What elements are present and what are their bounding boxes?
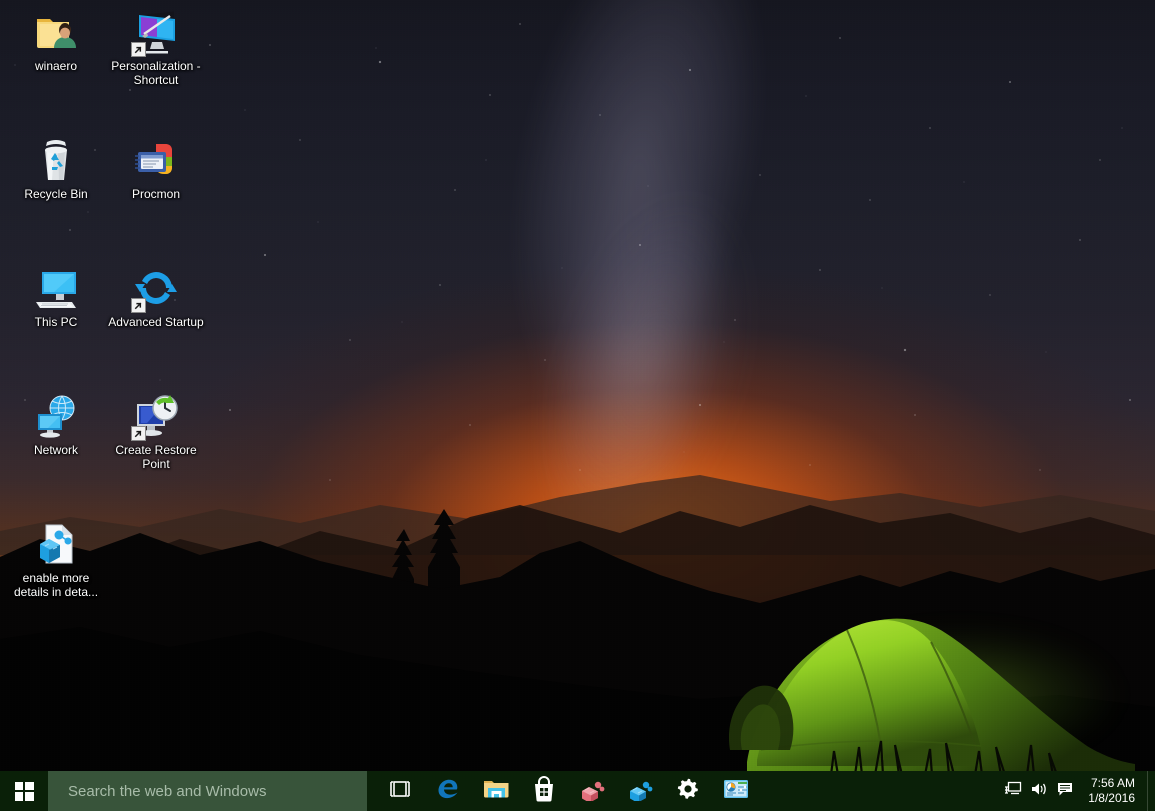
desktop-icon-label: Procmon [131, 187, 181, 201]
desktop-icon-advanced-startup[interactable]: Advanced Startup [106, 264, 206, 329]
taskbar-button-task-view[interactable] [376, 771, 424, 811]
store-bag-icon [532, 775, 556, 807]
monitor-brush-icon [131, 8, 180, 57]
desktop-icon-label: Create Restore Point [115, 443, 197, 471]
blue-cube-icon [627, 777, 653, 806]
desktop-icon-label: Recycle Bin [24, 187, 88, 201]
tray-icon-network[interactable] [1000, 771, 1026, 811]
search-placeholder: Search the web and Windows [68, 782, 267, 800]
procmon-icon [132, 136, 180, 184]
desktop-icon-create-restore-point[interactable]: Create Restore Point [106, 392, 206, 471]
taskbar-button-group [367, 771, 760, 811]
shortcut-overlay-icon [131, 426, 146, 441]
desktop-icon-winaero[interactable]: winaero [6, 8, 106, 73]
taskbar-button-registry-editor[interactable] [568, 771, 616, 811]
search-input[interactable]: Search the web and Windows [48, 771, 367, 811]
desktop-icon-network[interactable]: Network [6, 392, 106, 457]
desktop-icon-label: Personalization - Shortcut [111, 59, 201, 87]
show-desktop-button[interactable] [1147, 771, 1155, 811]
control-panel-icon [723, 778, 749, 805]
tray-icon-volume[interactable] [1026, 771, 1052, 811]
folder-icon [483, 777, 510, 806]
notification-icon [1056, 781, 1074, 802]
taskbar-button-control-panel[interactable] [712, 771, 760, 811]
desktop-icon-personalization[interactable]: Personalization - Shortcut [106, 8, 206, 87]
gear-icon [676, 777, 700, 806]
desktop-icon-enable-more-details[interactable]: enable more details in deta... [6, 520, 106, 599]
shortcut-overlay-icon [131, 42, 146, 57]
start-button[interactable] [0, 771, 48, 811]
registry-file-icon [32, 520, 80, 568]
shortcut-overlay-icon [131, 298, 146, 313]
clock-date: 1/8/2016 [1088, 791, 1135, 805]
network-globe-icon [32, 392, 80, 440]
monitor-clock-icon [131, 392, 180, 441]
regedit-icon [579, 777, 605, 806]
desktop-icon-label: This PC [34, 315, 78, 329]
desktop-icon-this-pc[interactable]: This PC [6, 264, 106, 329]
taskbar: Search the web and Windows 7:56 AM 1/8/2… [0, 771, 1155, 811]
speaker-icon [1030, 781, 1048, 802]
clock-time: 7:56 AM [1090, 776, 1135, 790]
desktop-icon-procmon[interactable]: Procmon [106, 136, 206, 201]
taskbar-clock[interactable]: 7:56 AM 1/8/2016 [1078, 771, 1147, 811]
desktop-icon-label: winaero [34, 59, 78, 73]
refresh-arrows-icon [131, 264, 180, 313]
folder-user-icon [32, 8, 80, 56]
task-view-icon [388, 779, 412, 804]
desktop-icon-label: Advanced Startup [108, 315, 204, 329]
desktop-icon-label: enable more details in deta... [13, 571, 99, 599]
taskbar-button-file-explorer[interactable] [472, 771, 520, 811]
network-monitor-icon [1004, 781, 1022, 802]
desktop-icon-grid: winaero Personalization - Shortcut Recyc… [0, 0, 1155, 771]
taskbar-button-microsoft-edge[interactable] [424, 771, 472, 811]
desktop-icon-recycle-bin[interactable]: Recycle Bin [6, 136, 106, 201]
tray-icon-action-center[interactable] [1052, 771, 1078, 811]
taskbar-button-settings[interactable] [664, 771, 712, 811]
windows-logo-icon [14, 781, 34, 801]
taskbar-button-store[interactable] [520, 771, 568, 811]
recycle-bin-icon [32, 136, 80, 184]
system-tray: 7:56 AM 1/8/2016 [1000, 771, 1155, 811]
computer-icon [32, 264, 80, 312]
taskbar-button-winaero-tweaker[interactable] [616, 771, 664, 811]
edge-icon [434, 775, 462, 808]
desktop-icon-label: Network [33, 443, 78, 457]
